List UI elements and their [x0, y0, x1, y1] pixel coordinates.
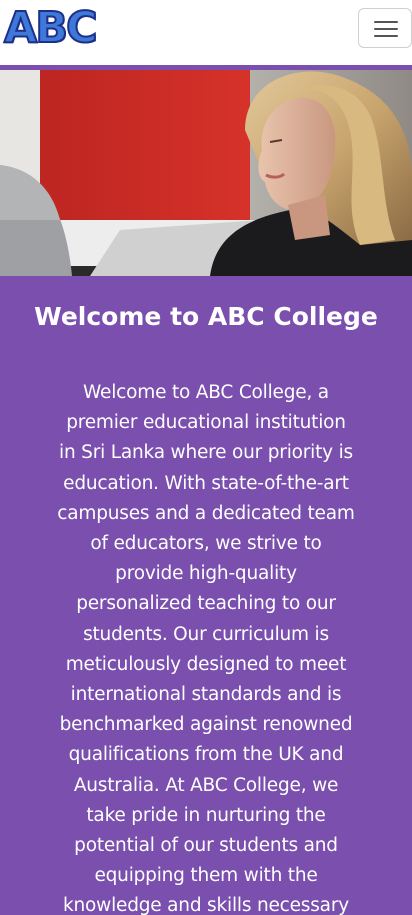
logo: ABC — [3, 2, 99, 53]
hamburger-menu-icon-bar — [374, 35, 398, 37]
hamburger-menu-icon-bar — [374, 28, 398, 30]
navbar: ABC — [0, 0, 412, 70]
welcome-title: Welcome to ABC College — [34, 302, 378, 331]
hero-image — [0, 70, 412, 276]
menu-toggle-button[interactable] — [358, 8, 412, 48]
logo-link[interactable]: ABC — [3, 2, 99, 53]
hero-photo — [0, 70, 412, 276]
hamburger-menu-icon — [374, 21, 398, 23]
page: ABC Welcome to ABC College Welcome to AB… — [0, 0, 412, 915]
welcome-text: Welcome to ABC College, a premier educat… — [57, 382, 355, 915]
welcome-section: Welcome to ABC College Welcome to ABC Co… — [0, 276, 412, 915]
